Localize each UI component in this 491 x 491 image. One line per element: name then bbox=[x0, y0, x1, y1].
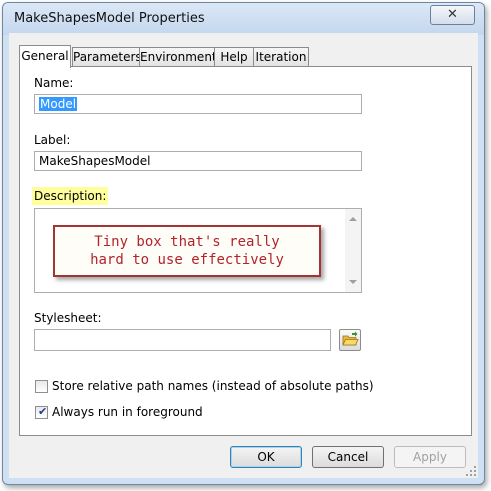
close-button[interactable]: ✕ bbox=[430, 5, 475, 25]
store-relative-label[interactable]: Store relative path names (instead of ab… bbox=[52, 379, 374, 393]
store-relative-checkbox[interactable] bbox=[35, 380, 48, 393]
name-value: Model bbox=[39, 97, 78, 111]
apply-button[interactable]: Apply bbox=[394, 446, 466, 468]
ok-button[interactable]: OK bbox=[230, 446, 302, 468]
name-field[interactable]: Model bbox=[34, 94, 362, 114]
scroll-down-icon[interactable] bbox=[349, 280, 357, 284]
stylesheet-field[interactable] bbox=[34, 329, 331, 351]
scroll-up-icon[interactable] bbox=[349, 217, 357, 221]
always-foreground-checkbox[interactable]: ✔ bbox=[35, 405, 48, 419]
label-value: MakeShapesModel bbox=[39, 154, 151, 168]
tab-help[interactable]: Help bbox=[214, 47, 254, 66]
title-bar: MakeShapesModel Properties ✕ bbox=[3, 3, 484, 35]
checkmark-icon: ✔ bbox=[38, 405, 48, 418]
tab-general[interactable]: General bbox=[19, 45, 71, 68]
properties-dialog: MakeShapesModel Properties ✕ General Par… bbox=[2, 2, 485, 485]
tab-parameters[interactable]: Parameters bbox=[72, 47, 142, 66]
stylesheet-label: Stylesheet: bbox=[34, 311, 102, 325]
tab-environments[interactable]: Environments bbox=[139, 47, 223, 66]
description-label: Description: bbox=[32, 187, 109, 205]
name-label: Name: bbox=[34, 76, 74, 90]
resize-grip-icon[interactable] bbox=[466, 466, 476, 476]
close-icon: ✕ bbox=[447, 7, 458, 22]
label-field[interactable]: MakeShapesModel bbox=[34, 151, 362, 171]
cancel-button[interactable]: Cancel bbox=[312, 446, 384, 468]
annotation-line-1: Tiny box that's really bbox=[94, 234, 280, 250]
always-foreground-label[interactable]: Always run in foreground bbox=[52, 405, 203, 419]
label-label: Label: bbox=[34, 133, 71, 147]
description-scrollbar[interactable] bbox=[345, 209, 361, 292]
window-title: MakeShapesModel Properties bbox=[14, 11, 205, 26]
tab-iteration[interactable]: Iteration bbox=[253, 47, 309, 66]
annotation-line-2: hard to use effectively bbox=[90, 252, 284, 268]
annotation-callout: Tiny box that's really hard to use effec… bbox=[53, 225, 321, 277]
browse-stylesheet-button[interactable] bbox=[339, 329, 361, 351]
folder-open-icon bbox=[342, 331, 359, 346]
